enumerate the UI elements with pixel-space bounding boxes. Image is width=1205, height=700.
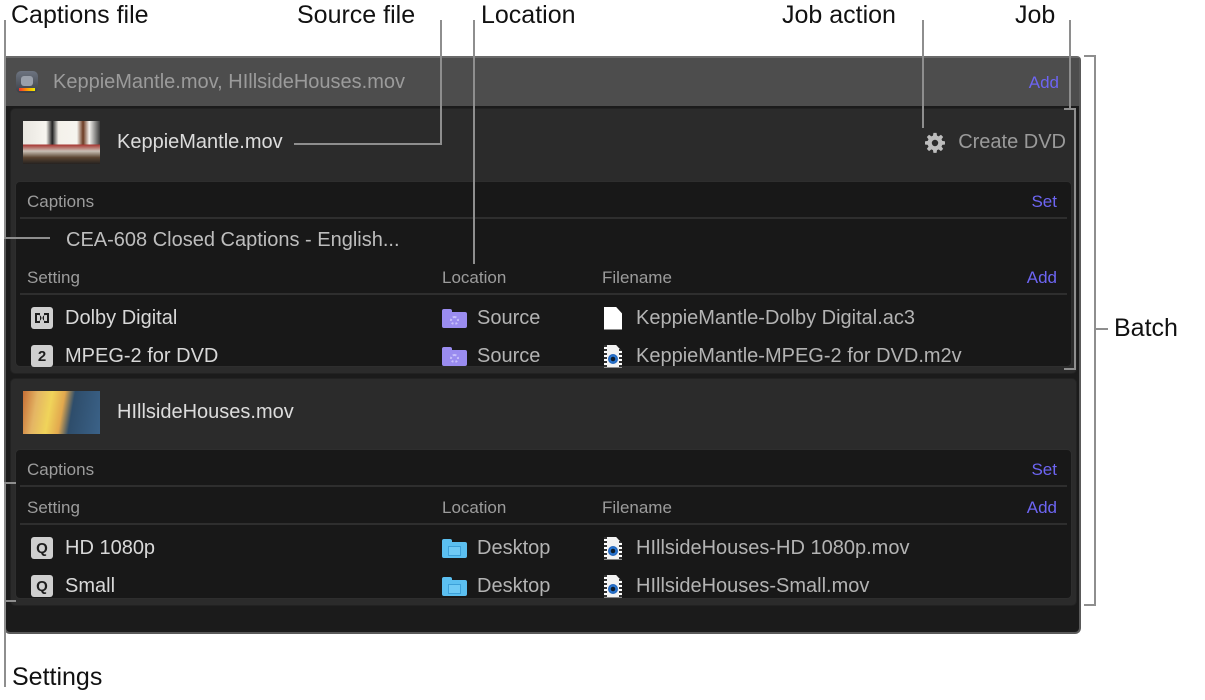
filename-cell[interactable]: HIllsideHouses-Small.mov [604, 573, 869, 599]
desktop-folder-icon [442, 577, 467, 596]
movie-file-icon [604, 345, 622, 368]
compressor-app-icon [16, 71, 38, 93]
add-setting-button[interactable]: Add [1027, 498, 1057, 518]
captions-set-button[interactable]: Set [1031, 192, 1057, 212]
output-filename: HIllsideHouses-HD 1080p.mov [636, 537, 909, 560]
captions-label: Captions [27, 192, 94, 212]
captions-label: Captions [27, 460, 94, 480]
source-file-name: HIllsideHouses.mov [117, 401, 294, 424]
job-panel[interactable]: HIllsideHouses.mov Captions Set Setting … [10, 378, 1077, 606]
quicktime-icon: Q [31, 537, 53, 559]
batch-title: KeppieMantle.mov, HIllsideHouses.mov [53, 71, 405, 94]
callout-line [1074, 108, 1076, 370]
callout-line [1094, 55, 1096, 606]
divider [20, 293, 1067, 295]
callout-job-action: Job action [782, 0, 896, 30]
add-setting-button[interactable]: Add [1027, 268, 1057, 288]
filename-cell[interactable]: KeppieMantle-Dolby Digital.ac3 [604, 305, 915, 331]
setting-cell[interactable]: Q HD 1080p [31, 535, 155, 561]
divider [20, 523, 1067, 525]
hillside-houses-thumbnail [23, 391, 100, 434]
column-header-filename: Filename [602, 268, 672, 288]
setting-name: Dolby Digital [65, 307, 177, 330]
column-header-setting: Setting [27, 268, 80, 288]
source-file-name: KeppieMantle.mov [117, 131, 283, 154]
output-filename: HIllsideHouses-Small.mov [636, 575, 869, 598]
callout-line [294, 143, 442, 145]
callout-source-file: Source file [297, 0, 415, 30]
callout-line [1084, 604, 1096, 606]
captions-set-button[interactable]: Set [1031, 460, 1057, 480]
callout-line [922, 20, 924, 128]
batch-add-button[interactable]: Add [1029, 73, 1059, 93]
location-name: Desktop [477, 575, 550, 598]
captions-file[interactable]: CEA-608 Closed Captions - English... [66, 229, 400, 252]
job-settings-table: Captions Set Setting Location Filename A… [15, 449, 1072, 599]
source-folder-icon [442, 347, 467, 366]
callout-batch: Batch [1114, 313, 1178, 343]
setting-cell[interactable]: Dolby Digital [31, 305, 177, 331]
setting-name: Small [65, 575, 115, 598]
callout-line [4, 20, 6, 239]
column-header-setting: Setting [27, 498, 80, 518]
column-header-location: Location [442, 268, 506, 288]
callout-line [4, 237, 50, 239]
location-cell[interactable]: Desktop [442, 535, 550, 561]
callout-captions-file: Captions file [11, 0, 149, 30]
living-room-thumbnail [23, 121, 100, 164]
batch-header: KeppieMantle.mov, HIllsideHouses.mov Add [6, 58, 1079, 106]
divider [20, 485, 1067, 487]
batch-panel: KeppieMantle.mov, HIllsideHouses.mov Add… [4, 56, 1081, 634]
column-header-filename: Filename [602, 498, 672, 518]
output-filename: KeppieMantle-MPEG-2 for DVD.m2v [636, 345, 962, 368]
job-panel[interactable]: KeppieMantle.mov Create DVD Captions Set… [10, 108, 1077, 374]
callout-settings: Settings [12, 662, 102, 692]
setting-cell[interactable]: Q Small [31, 573, 115, 599]
divider [20, 217, 1067, 219]
setting-name: MPEG-2 for DVD [65, 345, 218, 368]
filename-cell[interactable]: HIllsideHouses-HD 1080p.mov [604, 535, 909, 561]
callout-line [4, 600, 16, 602]
location-cell[interactable]: Source [442, 305, 540, 331]
filename-cell[interactable]: KeppieMantle-MPEG-2 for DVD.m2v [604, 343, 962, 369]
callout-line [440, 20, 442, 145]
job-settings-table: Captions Set CEA-608 Closed Captions - E… [15, 181, 1072, 367]
desktop-folder-icon [442, 539, 467, 558]
mpeg2-icon: 2 [31, 345, 53, 367]
column-header-location: Location [442, 498, 506, 518]
location-name: Source [477, 307, 540, 330]
callout-job: Job [1015, 0, 1055, 30]
movie-file-icon [604, 537, 622, 560]
output-filename: KeppieMantle-Dolby Digital.ac3 [636, 307, 915, 330]
callout-line [473, 20, 475, 264]
location-cell[interactable]: Desktop [442, 573, 550, 599]
location-name: Source [477, 345, 540, 368]
job-action-label: Create DVD [958, 131, 1066, 154]
movie-file-icon [604, 575, 622, 598]
document-icon [604, 307, 622, 330]
job-action-button[interactable]: Create DVD [924, 131, 1066, 154]
callout-line [4, 482, 6, 687]
location-name: Desktop [477, 537, 550, 560]
location-cell[interactable]: Source [442, 343, 540, 369]
callout-line [1064, 368, 1076, 370]
callout-line [1096, 328, 1108, 330]
setting-name: HD 1080p [65, 537, 155, 560]
gear-icon [924, 132, 946, 154]
callout-location: Location [481, 0, 576, 30]
setting-cell[interactable]: 2 MPEG-2 for DVD [31, 343, 218, 369]
callout-line [1069, 20, 1071, 110]
source-folder-icon [442, 309, 467, 328]
dolby-icon [31, 307, 53, 329]
quicktime-icon: Q [31, 575, 53, 597]
